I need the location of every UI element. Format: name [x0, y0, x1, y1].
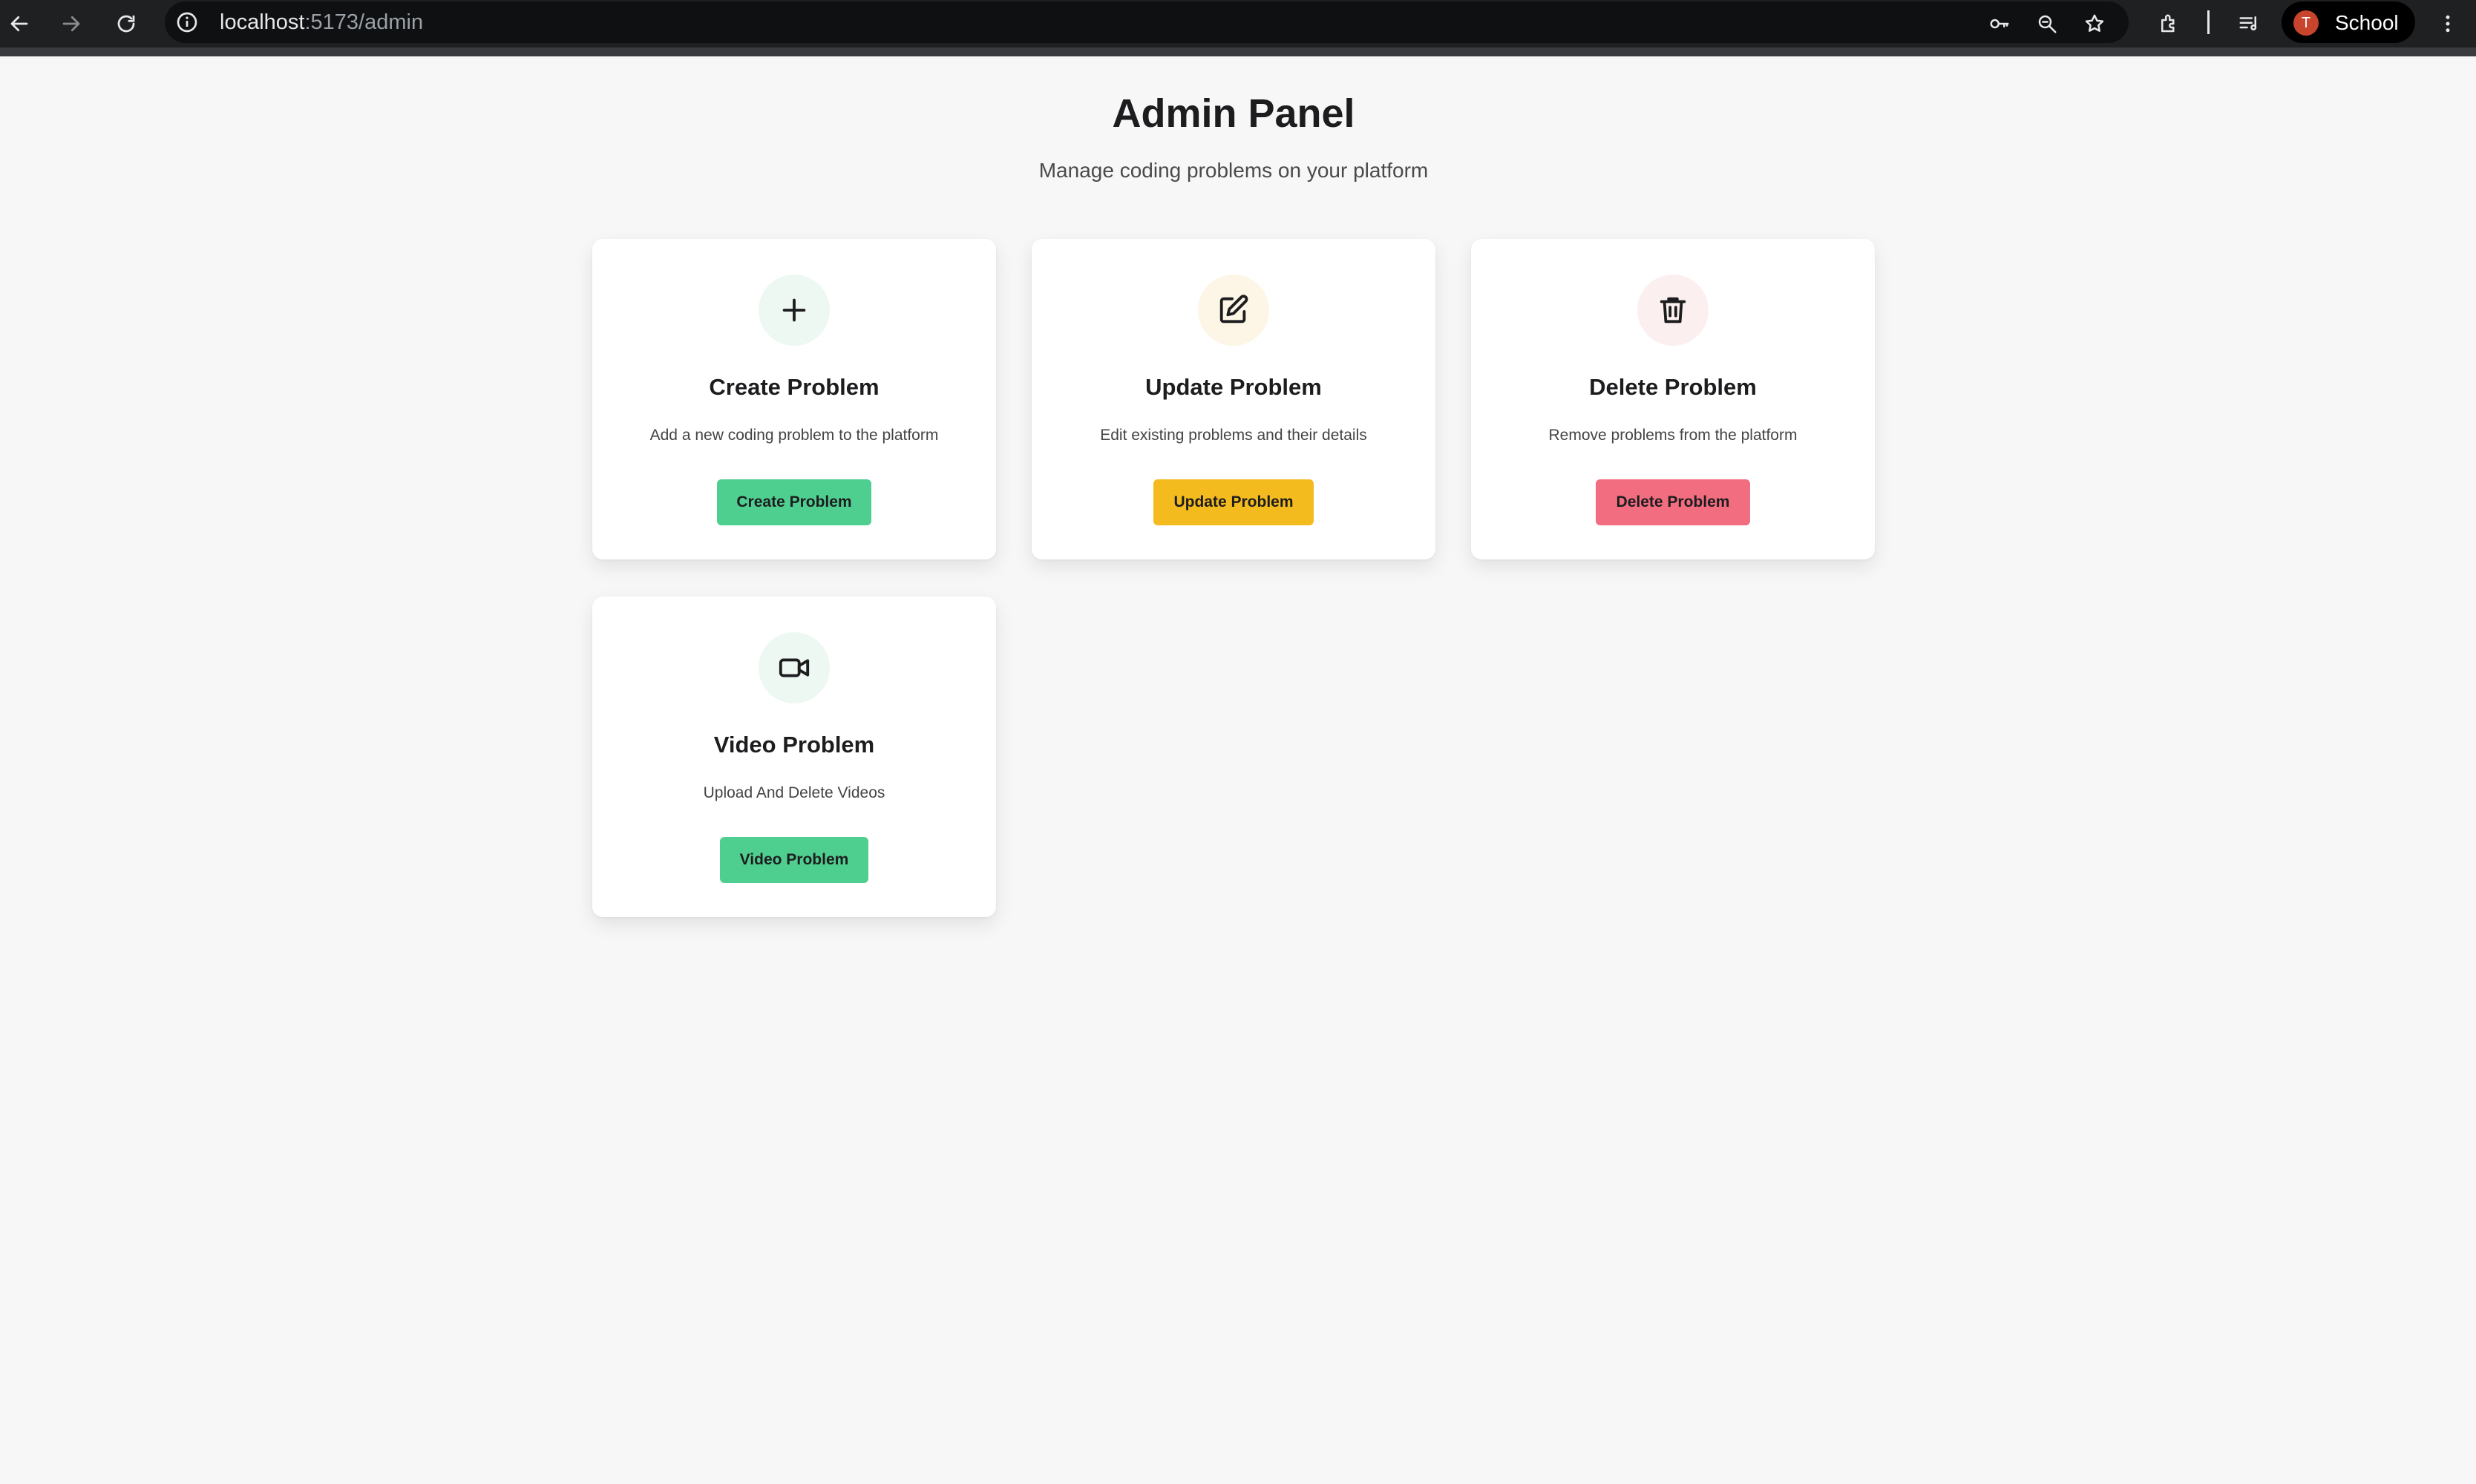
- avatar: T: [2293, 10, 2319, 36]
- address-bar[interactable]: localhost:5173/admin: [165, 1, 2129, 43]
- card-video-problem: Video Problem Upload And Delete Videos V…: [592, 597, 996, 917]
- browser-toolbar: localhost:5173/admin T School: [0, 0, 2476, 56]
- card-title: Create Problem: [709, 374, 880, 400]
- video-problem-button[interactable]: Video Problem: [720, 837, 868, 883]
- reload-icon[interactable]: [108, 6, 144, 42]
- trash-icon: [1660, 297, 1686, 324]
- site-info-icon[interactable]: [175, 10, 199, 34]
- url-path: :5173/admin: [304, 10, 424, 34]
- edit-icon: [1219, 295, 1248, 324]
- forward-icon[interactable]: [53, 6, 89, 42]
- card-description: Edit existing problems and their details: [1100, 427, 1367, 444]
- media-controls-icon[interactable]: [2231, 6, 2267, 42]
- back-icon[interactable]: [1, 6, 37, 42]
- profile-label: School: [2335, 11, 2399, 34]
- delete-problem-button[interactable]: Delete Problem: [1596, 479, 1750, 525]
- video-icon-circle: [759, 632, 830, 703]
- update-problem-button[interactable]: Update Problem: [1153, 479, 1314, 525]
- create-problem-button[interactable]: Create Problem: [717, 479, 871, 525]
- plus-icon: [782, 298, 806, 322]
- update-icon-circle: [1198, 275, 1269, 346]
- delete-icon-circle: [1637, 275, 1709, 346]
- toolbar-divider: [2207, 10, 2210, 34]
- card-update-problem: Update Problem Edit existing problems an…: [1032, 239, 1435, 559]
- card-description: Remove problems from the platform: [1548, 427, 1798, 444]
- url-text: localhost:5173/admin: [220, 9, 423, 36]
- password-key-icon[interactable]: [1982, 6, 2017, 42]
- video-icon: [779, 658, 810, 677]
- card-description: Add a new coding problem to the platform: [649, 427, 939, 444]
- page-subtitle: Manage coding problems on your platform: [1038, 159, 1429, 182]
- bookmark-star-icon[interactable]: [2077, 6, 2112, 42]
- menu-icon[interactable]: [2430, 6, 2466, 42]
- url-host: localhost: [220, 10, 305, 34]
- zoom-icon[interactable]: [2029, 6, 2065, 42]
- page-title: Admin Panel: [1112, 91, 1355, 136]
- card-title: Video Problem: [713, 732, 875, 758]
- card-title: Delete Problem: [1589, 374, 1757, 400]
- profile-button[interactable]: T School: [2282, 1, 2415, 43]
- extensions-icon[interactable]: [2151, 6, 2187, 42]
- card-description: Upload And Delete Videos: [703, 784, 885, 801]
- card-title: Update Problem: [1145, 374, 1322, 400]
- create-icon-circle: [759, 275, 830, 346]
- card-delete-problem: Delete Problem Remove problems from the …: [1471, 239, 1875, 559]
- card-create-problem: Create Problem Add a new coding problem …: [592, 239, 996, 559]
